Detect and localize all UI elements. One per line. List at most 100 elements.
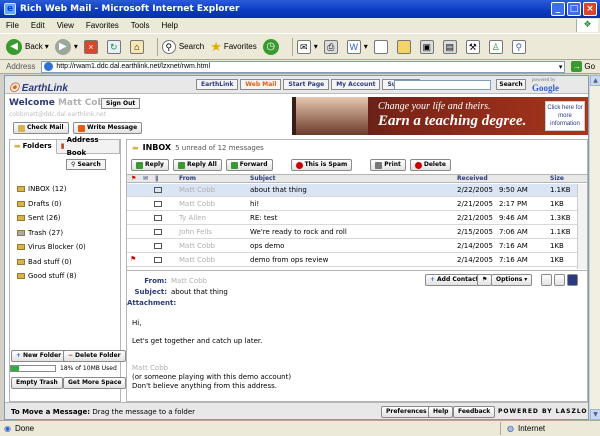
layout-3-button[interactable] (567, 274, 578, 286)
nav-earthlink[interactable]: EarthLink (196, 79, 239, 90)
table-row[interactable]: Matt Cobb hi! 2/21/2005 2:17 PM 1KB (127, 198, 577, 211)
book-icon: ▮ (60, 142, 65, 150)
preferences-button[interactable]: Preferences (381, 406, 432, 418)
get-more-space-button[interactable]: Get More Space (63, 377, 127, 389)
delete-message-button[interactable]: Delete (409, 159, 451, 171)
check-mail-button[interactable]: Check Mail (13, 122, 69, 134)
folder-item-sent[interactable]: Sent (26) (17, 211, 86, 226)
folder-item-trash[interactable]: Trash (27) (17, 226, 86, 241)
browser-toolbar: ◀ Back ▾ ▶ ▾ × ↻ ⌂ ⚲ Search ★ Favorites ◷ ✉ ▾ … (0, 33, 600, 60)
print-message-button[interactable]: Print (370, 159, 406, 171)
ad-click-here[interactable]: Click here for more information (545, 101, 585, 131)
message-table-header: ⚑ ✉ ∥ From Subject Received Size (127, 174, 587, 183)
print-button[interactable]: ⎙ (323, 39, 341, 54)
sign-out-button[interactable]: Sign Out (101, 98, 141, 109)
menu-help[interactable]: Help (161, 21, 177, 30)
history-button[interactable]: ◷ (262, 38, 282, 55)
new-folder-button[interactable]: + New Folder (11, 350, 67, 362)
search-button[interactable]: ⚲ Search (161, 39, 204, 54)
layout-2-button[interactable] (554, 274, 565, 286)
table-row[interactable]: Matt Cobb about that thing 2/22/2005 9:50 A… (127, 184, 577, 197)
scroll-up-icon[interactable]: ▲ (590, 75, 600, 86)
table-row[interactable]: Ty Allen RE: test 2/21/2005 9:46 AM 1.3KB (127, 212, 577, 225)
layout-1-button[interactable] (541, 274, 552, 286)
options-button[interactable]: Options ▾ (491, 274, 533, 286)
minimize-button[interactable]: _ (551, 2, 565, 16)
col-from[interactable]: From (179, 175, 196, 182)
folder-item-bad-stuff[interactable]: Bad stuff (0) (17, 255, 86, 270)
col-subject[interactable]: Subject (250, 175, 275, 182)
research-button[interactable]: ▤ (442, 39, 460, 54)
media-button[interactable]: ▣ (419, 39, 437, 54)
discuss-button[interactable] (373, 39, 391, 54)
folder-icon (17, 244, 25, 251)
maximize-button[interactable]: □ (567, 2, 581, 16)
refresh-button[interactable]: ↻ (106, 39, 124, 54)
folder-search-button[interactable]: ⚲ Search (66, 159, 106, 170)
tool-button[interactable]: ⚒ (465, 39, 483, 54)
forward-arrow-icon: ▶ (54, 38, 71, 55)
folder-item-good-stuff[interactable]: Good stuff (8) (17, 269, 86, 284)
help-button[interactable]: Help (428, 406, 454, 418)
favorites-button[interactable]: ★ Favorites (210, 39, 257, 55)
address-url: http://rwam1.ddc.dal.earthlink.net/lzxne… (56, 63, 211, 70)
row-time: 9:46 AM (499, 214, 528, 222)
col-size[interactable]: Size (550, 175, 564, 182)
reply-all-button[interactable]: Reply All (172, 159, 222, 171)
home-button[interactable]: ⌂ (129, 39, 147, 54)
star-icon: ★ (210, 38, 222, 54)
reply-button[interactable]: Reply (131, 159, 169, 171)
menu-tools[interactable]: Tools (131, 21, 150, 30)
address-bar: Address http://rwam1.ddc.dal.earthlink.n… (0, 60, 600, 74)
back-button[interactable]: ◀ Back ▾ (6, 38, 49, 55)
page-scrollbar[interactable]: ▲ ▼ (589, 75, 600, 420)
scroll-down-icon[interactable]: ▼ (590, 409, 600, 420)
web-search-input[interactable] (394, 80, 491, 90)
add-contact-button[interactable]: + Add Contact (425, 274, 484, 286)
write-message-button[interactable]: Write Message (73, 122, 143, 134)
menu-edit[interactable]: Edit (31, 21, 45, 30)
advertisement-banner[interactable]: Change your life and theirs. Earn a teac… (292, 97, 588, 135)
forward-button[interactable]: ▶ ▾ (54, 38, 78, 55)
stop-button[interactable]: × (83, 39, 101, 54)
links-button[interactable]: ⚲ (511, 39, 529, 54)
table-row[interactable]: John Fells We're ready to rock and roll 2/… (127, 226, 577, 239)
menu-view[interactable]: View (57, 21, 74, 30)
go-button[interactable]: → Go (571, 61, 595, 72)
folder-icon (17, 273, 25, 280)
nav-start-page[interactable]: Start Page (283, 79, 330, 90)
forward-button[interactable]: Forward (225, 159, 273, 171)
menu-favorites[interactable]: Favorites (86, 21, 119, 30)
table-row[interactable]: ⚑ Matt Cobb demo from ops review 2/14/2005 7… (127, 254, 577, 267)
empty-trash-button[interactable]: Empty Trash (11, 377, 63, 389)
address-input[interactable]: http://rwam1.ddc.dal.earthlink.net/lzxne… (41, 60, 566, 73)
folder-icon: ▬ (132, 143, 139, 152)
folder-icon (17, 215, 25, 222)
page-content: ⦿ EarthLink EarthLink Web Mail Start Pag… (4, 75, 589, 420)
col-received[interactable]: Received (457, 175, 488, 182)
row-subject: ops demo (250, 242, 285, 250)
mail-button[interactable]: ✉ ▾ (296, 39, 318, 54)
feedback-button[interactable]: Feedback (453, 406, 496, 418)
folder-item-drafts[interactable]: Drafts (0) (17, 197, 86, 212)
web-search-button[interactable]: Search (496, 79, 526, 90)
tab-address-book[interactable]: ▮ Address Book (56, 136, 120, 157)
close-button[interactable]: × (583, 2, 597, 16)
message-list-scrollbar[interactable] (577, 184, 587, 269)
folder-item-virus-blocker[interactable]: Virus Blocker (0) (17, 240, 86, 255)
delete-folder-button[interactable]: − Delete Folder (63, 350, 126, 362)
menu-file[interactable]: File (6, 21, 19, 30)
nav-my-account[interactable]: My Account (331, 79, 381, 90)
table-row[interactable]: Matt Cobb ops demo 2/14/2005 7:16 AM 1KB (127, 240, 577, 253)
flag-icon: ⚑ (482, 276, 488, 283)
edit-button[interactable]: W ▾ (346, 39, 368, 54)
row-size: 1KB (550, 256, 564, 264)
spam-button[interactable]: This is Spam (290, 159, 353, 171)
tab-folders[interactable]: ▬ Folders (10, 140, 57, 154)
folder-item-inbox[interactable]: INBOX (12) (17, 182, 86, 197)
folder-button[interactable] (396, 39, 414, 54)
messenger-button[interactable]: ♙ (488, 39, 506, 54)
ie-icon: e (4, 3, 16, 15)
row-time: 2:17 PM (499, 200, 528, 208)
nav-web-mail[interactable]: Web Mail (240, 79, 282, 90)
